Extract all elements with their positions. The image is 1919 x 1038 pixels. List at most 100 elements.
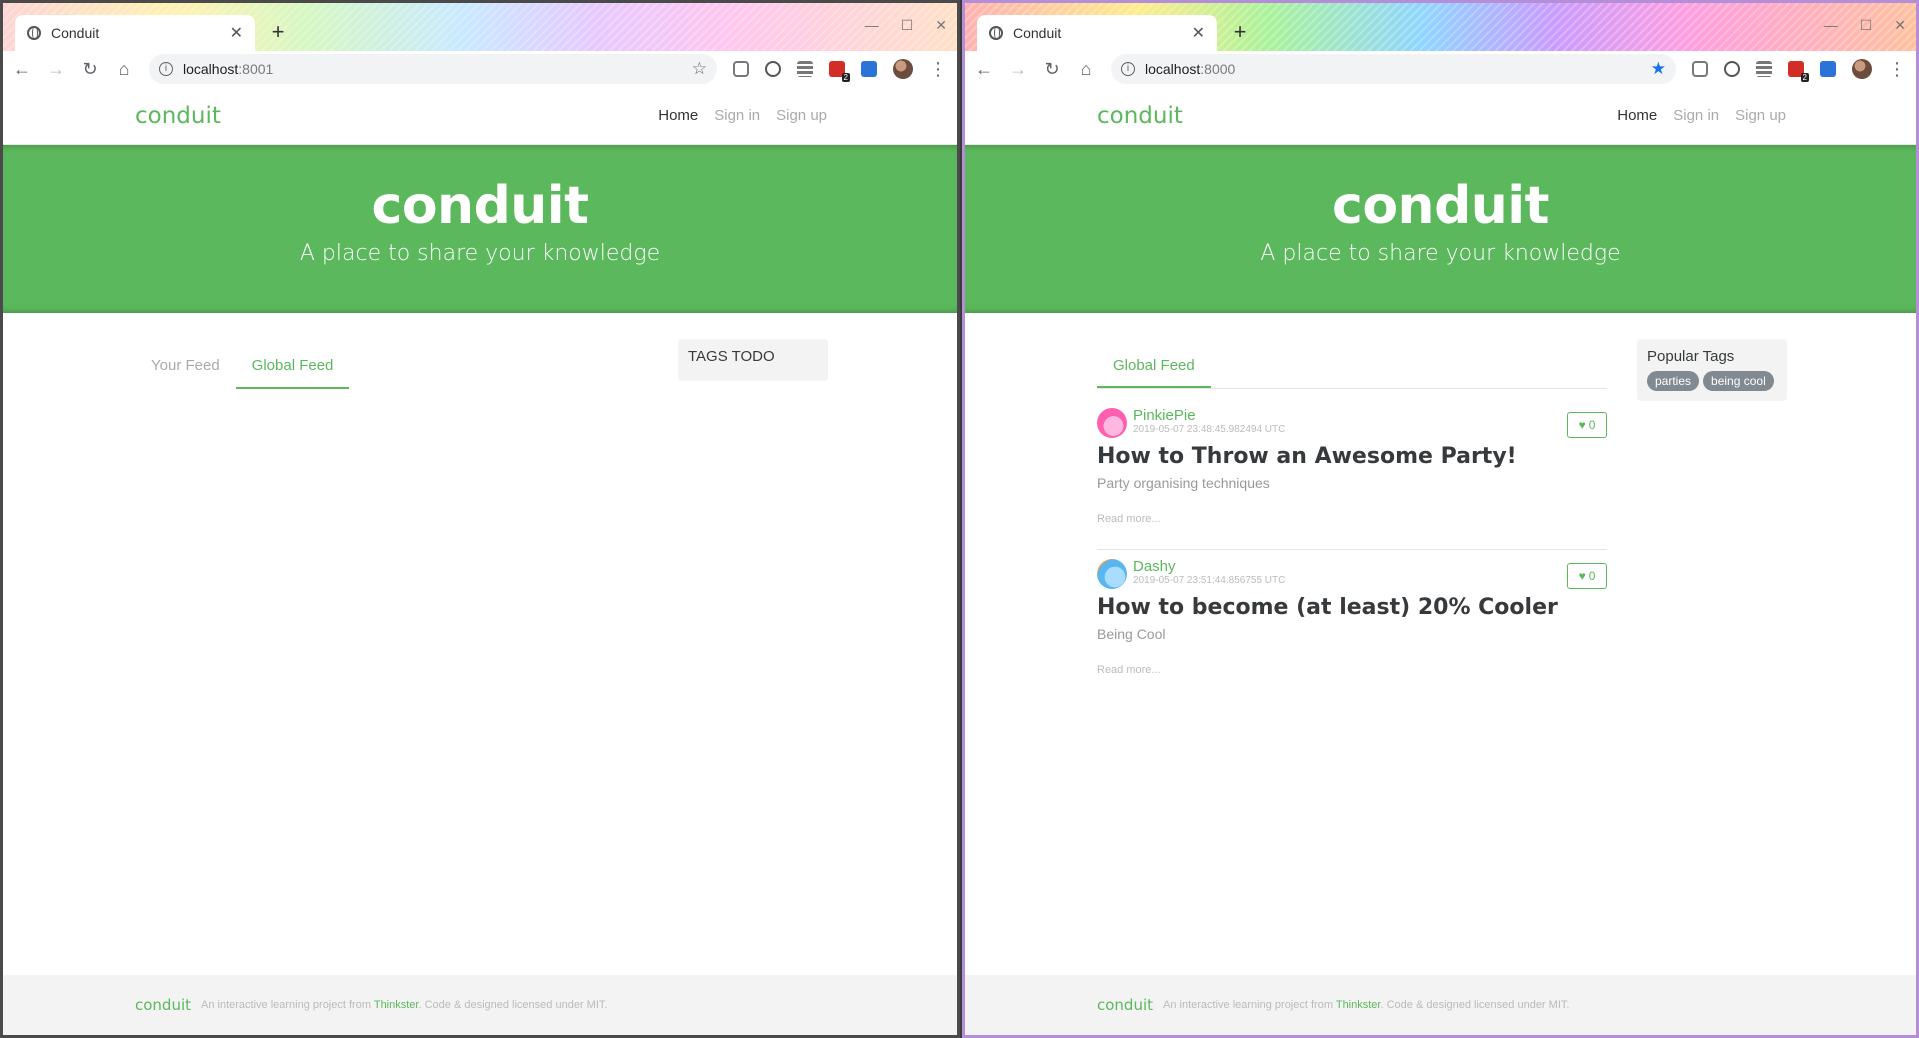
close-tab-icon[interactable]: ✕ — [230, 23, 243, 43]
footer-logo[interactable]: conduit — [1097, 996, 1153, 1014]
author-link[interactable]: PinkiePie — [1133, 408, 1567, 424]
author-link[interactable]: Dashy — [1133, 559, 1567, 575]
pocket-icon[interactable] — [733, 61, 749, 77]
lastpass-icon[interactable]: 2 — [829, 61, 850, 82]
browser-window-right: Conduit ✕ + — ☐ ✕ ← → ↻ ⌂ i localhost:80… — [962, 0, 1919, 1038]
nav-links: Home Sign in Sign up — [658, 107, 827, 124]
favorite-button[interactable]: ♥ 0 — [1567, 563, 1607, 589]
thinkster-link[interactable]: Thinkster — [374, 999, 419, 1011]
main-content: Your Feed Global Feed TAGS TODO — [3, 313, 957, 981]
site-navbar: conduit Home Sign in Sign up — [965, 87, 1916, 145]
page-content: conduit Home Sign in Sign up conduit A p… — [3, 87, 957, 1035]
site-footer: conduit An interactive learning project … — [965, 975, 1916, 1035]
home-icon[interactable]: ⌂ — [115, 59, 133, 80]
site-navbar: conduit Home Sign in Sign up — [3, 87, 957, 145]
nav-sign-up[interactable]: Sign up — [776, 107, 827, 124]
article-title[interactable]: How to become (at least) 20% Cooler — [1097, 595, 1607, 620]
bitwarden-icon[interactable] — [1820, 61, 1836, 77]
tags-sidebar: Popular Tags parties being cool — [1637, 339, 1787, 401]
feed-tabs: Global Feed — [1097, 349, 1607, 389]
nav-links: Home Sign in Sign up — [1617, 107, 1786, 124]
tab-global-feed[interactable]: Global Feed — [235, 349, 350, 389]
footer-logo[interactable]: conduit — [135, 996, 191, 1014]
title-bar: Conduit ✕ + — ☐ ✕ — [3, 3, 957, 51]
article-description: Being Cool — [1097, 626, 1166, 642]
url-host: localhost — [1145, 61, 1201, 77]
back-arrow-icon[interactable]: ← — [13, 59, 31, 80]
hero-banner: conduit A place to share your knowledge — [3, 145, 957, 313]
pocket-icon[interactable] — [1692, 61, 1708, 77]
browser-tab[interactable]: Conduit ✕ — [15, 15, 255, 51]
article-date: 2019-05-07 23:48:45.982494 UTC — [1133, 424, 1286, 435]
tab-your-feed[interactable]: Your Feed — [135, 349, 236, 389]
maximize-icon[interactable]: ☐ — [901, 17, 914, 34]
bookmark-star-icon[interactable]: ☆ — [692, 59, 707, 79]
thinkster-link[interactable]: Thinkster — [1336, 999, 1381, 1011]
maximize-icon[interactable]: ☐ — [1860, 17, 1873, 34]
brand-logo[interactable]: conduit — [135, 103, 658, 129]
nav-home[interactable]: Home — [658, 107, 698, 124]
minimize-icon[interactable]: — — [865, 17, 879, 34]
profile-avatar[interactable] — [893, 59, 913, 79]
avatar[interactable] — [1097, 559, 1127, 589]
tag-pill[interactable]: parties — [1647, 371, 1700, 391]
info-icon[interactable]: i — [1121, 62, 1135, 76]
banner-title: conduit — [371, 176, 590, 236]
address-bar[interactable]: i localhost:8001 ☆ — [149, 54, 717, 84]
tag-pill[interactable]: being cool — [1703, 371, 1774, 391]
bookmark-star-filled-icon[interactable]: ★ — [1651, 59, 1666, 79]
tab-global-feed[interactable]: Global Feed — [1097, 349, 1211, 388]
nav-sign-up[interactable]: Sign up — [1735, 107, 1786, 124]
nav-sign-in[interactable]: Sign in — [714, 107, 760, 124]
read-more-link[interactable]: Read more... — [1097, 664, 1607, 676]
menu-icon[interactable]: ⋮ — [1888, 59, 1906, 80]
forward-arrow-icon[interactable]: → — [47, 59, 65, 80]
bitwarden-icon[interactable] — [861, 61, 877, 77]
avatar[interactable] — [1097, 408, 1127, 438]
favorite-button[interactable]: ♥ 0 — [1567, 412, 1607, 438]
address-bar[interactable]: i localhost:8000 ★ — [1111, 54, 1676, 84]
stack-extension-icon[interactable] — [797, 61, 813, 77]
new-tab-button[interactable]: + — [265, 20, 291, 46]
back-arrow-icon[interactable]: ← — [975, 59, 993, 80]
article-preview: Dashy 2019-05-07 23:51:44.856755 UTC ♥ 0 … — [1097, 559, 1607, 676]
globe-icon — [27, 26, 41, 40]
browser-toolbar: ← → ↻ ⌂ i localhost:8001 ☆ 2 ⋮ — [3, 51, 957, 87]
nav-sign-in[interactable]: Sign in — [1673, 107, 1719, 124]
menu-icon[interactable]: ⋮ — [929, 59, 947, 80]
article-title[interactable]: How to Throw an Awesome Party! — [1097, 444, 1607, 469]
forward-arrow-icon[interactable]: → — [1009, 59, 1027, 80]
sidebar-placeholder: TAGS TODO — [688, 348, 775, 365]
banner-subtitle: A place to share your knowledge — [1260, 241, 1621, 266]
minimize-icon[interactable]: — — [1824, 17, 1838, 34]
window-controls: — ☐ ✕ — [1824, 17, 1906, 34]
url-port: :8001 — [238, 61, 274, 77]
reload-icon[interactable]: ↻ — [1043, 59, 1061, 80]
site-footer: conduit An interactive learning project … — [3, 975, 957, 1035]
stack-extension-icon[interactable] — [1756, 61, 1772, 77]
brand-logo[interactable]: conduit — [1097, 103, 1617, 129]
browser-tab[interactable]: Conduit ✕ — [977, 15, 1217, 51]
read-more-link[interactable]: Read more... — [1097, 513, 1607, 525]
reload-icon[interactable]: ↻ — [81, 59, 99, 80]
privacy-badger-icon[interactable] — [765, 61, 781, 77]
info-icon[interactable]: i — [159, 62, 173, 76]
url-host: localhost — [183, 61, 239, 77]
close-window-icon[interactable]: ✕ — [935, 17, 947, 34]
privacy-badger-icon[interactable] — [1724, 61, 1740, 77]
article-meta: Dashy 2019-05-07 23:51:44.856755 UTC ♥ 0 — [1097, 559, 1607, 591]
main-content: Global Feed PinkiePie 2019-05-07 23:48:4… — [965, 313, 1916, 981]
feed-tabs: Your Feed Global Feed — [135, 349, 645, 389]
tags-sidebar: TAGS TODO — [678, 339, 828, 381]
close-window-icon[interactable]: ✕ — [1894, 17, 1906, 34]
close-tab-icon[interactable]: ✕ — [1192, 23, 1205, 43]
new-tab-button[interactable]: + — [1227, 20, 1253, 46]
favorite-count: 0 — [1588, 418, 1596, 432]
nav-home[interactable]: Home — [1617, 107, 1657, 124]
lastpass-icon[interactable]: 2 — [1788, 61, 1809, 82]
banner-subtitle: A place to share your knowledge — [299, 241, 661, 266]
profile-avatar[interactable] — [1852, 59, 1872, 79]
heart-icon: ♥ — [1578, 418, 1586, 432]
hero-banner: conduit A place to share your knowledge — [965, 145, 1916, 313]
home-icon[interactable]: ⌂ — [1077, 59, 1095, 80]
